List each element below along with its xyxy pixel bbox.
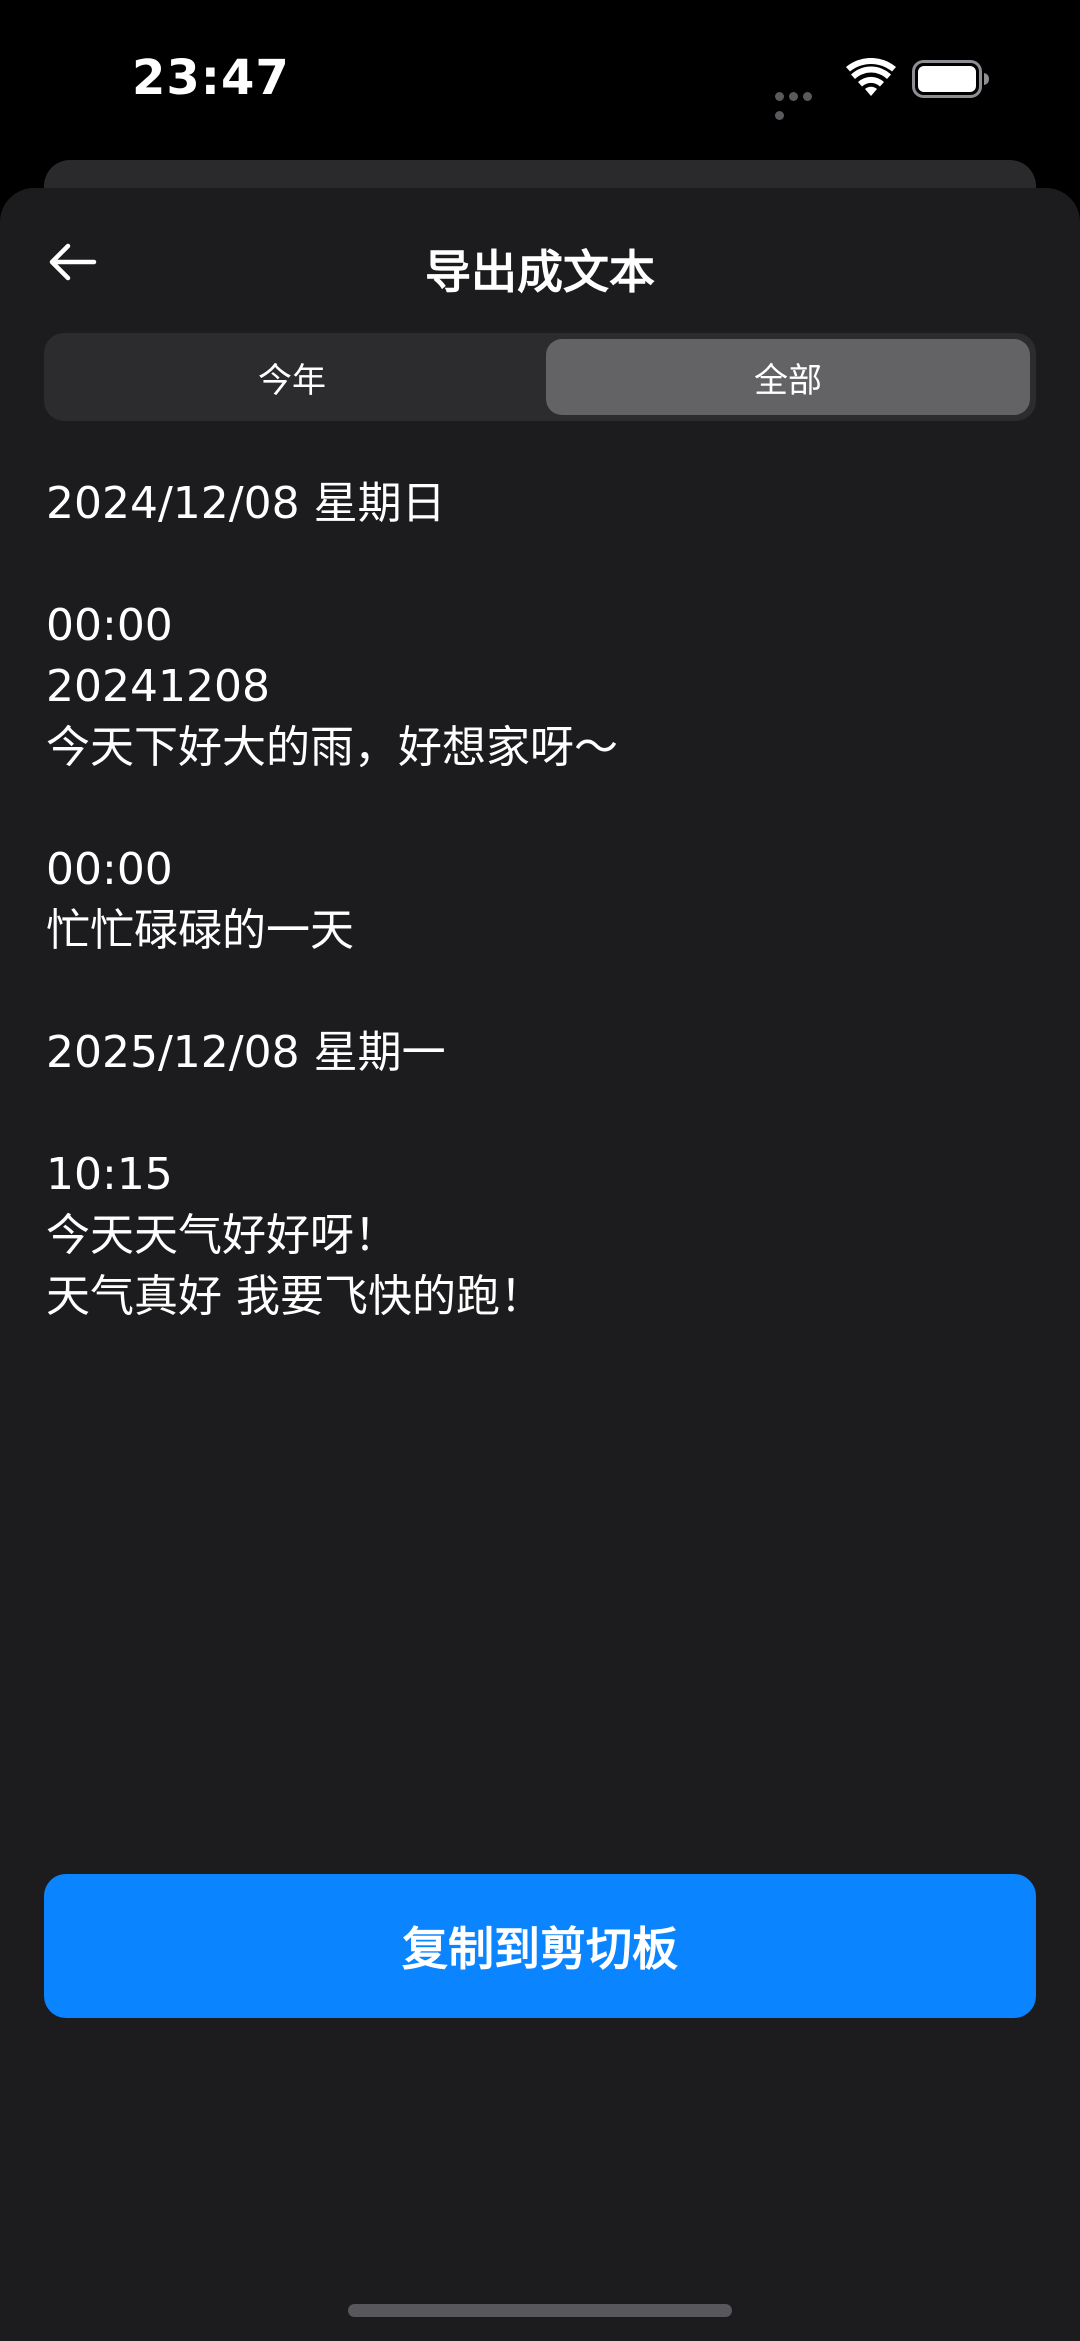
wifi-icon [846,57,896,98]
export-line-blank [46,961,1036,1022]
export-text-preview: 2024/12/08 星期日 00:00 20241208 今天下好大的雨，好想… [46,473,1036,1327]
signal-dots-icon [775,86,829,120]
export-line-blank [46,778,1036,839]
export-line-time: 00:00 [46,844,173,895]
export-line-time: 00:00 [46,600,173,651]
export-line-time: 10:15 [46,1149,173,1200]
status-bar: 23:47 [0,0,1080,150]
copy-to-clipboard-button[interactable]: 复制到剪切板 [44,1874,1036,2018]
nav-bar: 导出成文本 [0,188,1080,338]
tab-this-year[interactable]: 今年 [50,339,534,415]
export-sheet: 导出成文本 今年 全部 2024/12/08 星期日 00:00 2024120… [0,188,1080,2341]
export-line-text: 20241208 [46,661,270,712]
export-line-text: 忙忙碌碌的一天 [46,905,354,956]
export-line-blank [46,534,1036,595]
battery-icon [912,60,992,98]
export-line-text: 今天天气好好呀！ [46,1210,398,1261]
tab-all[interactable]: 全部 [546,339,1030,415]
export-line-text: 天气真好 我要飞快的跑！ [46,1271,544,1322]
export-line-text: 今天下好大的雨，好想家呀～ [46,722,618,773]
export-line-date: 2024/12/08 星期日 [46,478,446,529]
home-indicator[interactable] [348,2304,732,2317]
export-line-date: 2025/12/08 星期一 [46,1027,446,1078]
page-title: 导出成文本 [425,245,655,299]
range-segmented-control: 今年 全部 [44,333,1036,421]
export-line-blank [46,1083,1036,1144]
status-time: 23:47 [132,50,290,106]
screen: 23:47 导出成文本 今年 全部 2024/12/08 星期日 00:00 2… [0,0,1080,2341]
